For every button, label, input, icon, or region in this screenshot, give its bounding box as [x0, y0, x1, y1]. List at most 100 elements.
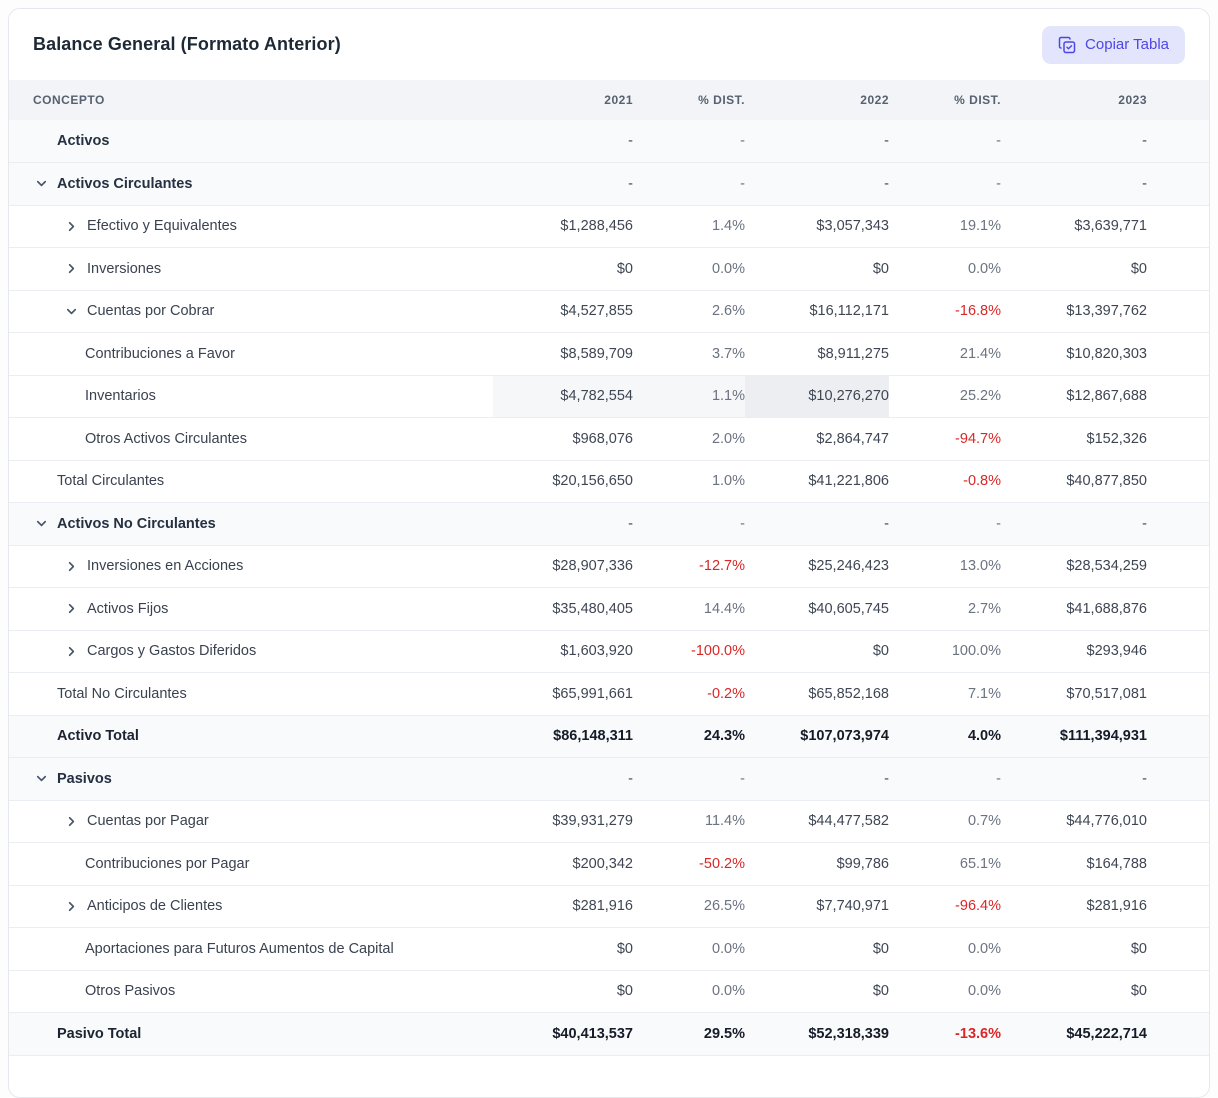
row-label: Otros Pasivos	[85, 983, 175, 999]
value-cell: -	[889, 163, 1001, 206]
value-cell: -	[889, 758, 1001, 801]
value-cell: -	[493, 163, 633, 206]
value-cell: $4,782,554	[493, 375, 633, 418]
concept-cell: Otros Pasivos	[9, 970, 493, 1013]
value-cell: -	[745, 163, 889, 206]
value-cell: 26.5%	[633, 885, 745, 928]
value-cell: $152,326	[1001, 418, 1209, 461]
value-cell: 0.0%	[889, 928, 1001, 971]
value-cell: -	[745, 120, 889, 163]
value-cell: $281,916	[493, 885, 633, 928]
value-cell: $40,605,745	[745, 588, 889, 631]
row-label: Pasivo Total	[57, 1026, 141, 1042]
value-cell: 0.7%	[889, 800, 1001, 843]
concept-cell: Activos	[9, 120, 493, 163]
value-cell: $0	[1001, 928, 1209, 971]
row-label: Anticipos de Clientes	[87, 898, 222, 914]
value-cell: $28,907,336	[493, 545, 633, 588]
value-cell: 0.0%	[889, 248, 1001, 291]
table-row: Inventarios $4,782,554 1.1% $10,276,270 …	[9, 375, 1209, 418]
table-row: Total Circulantes $20,156,650 1.0% $41,2…	[9, 460, 1209, 503]
concept-cell: Otros Activos Circulantes	[9, 418, 493, 461]
concept-cell: Total Circulantes	[9, 460, 493, 503]
value-cell: $3,639,771	[1001, 205, 1209, 248]
value-cell: $44,776,010	[1001, 800, 1209, 843]
value-cell: $1,603,920	[493, 630, 633, 673]
table-row: Activos Circulantes - - - - -	[9, 163, 1209, 206]
value-cell: 19.1%	[889, 205, 1001, 248]
value-cell: 13.0%	[889, 545, 1001, 588]
value-cell: 3.7%	[633, 333, 745, 376]
value-cell: $28,534,259	[1001, 545, 1209, 588]
row-label: Cargos y Gastos Diferidos	[87, 643, 256, 659]
concept-cell: Total No Circulantes	[9, 673, 493, 716]
value-cell: 100.0%	[889, 630, 1001, 673]
value-cell: $111,394,931	[1001, 715, 1209, 758]
value-cell: 0.0%	[633, 928, 745, 971]
chevron-right-icon[interactable]	[63, 558, 79, 574]
value-cell: $4,527,855	[493, 290, 633, 333]
chevron-down-icon[interactable]	[33, 516, 49, 532]
value-cell: $40,413,537	[493, 1013, 633, 1056]
value-cell: -	[633, 163, 745, 206]
value-cell: 7.1%	[889, 673, 1001, 716]
value-cell: $1,288,456	[493, 205, 633, 248]
table-row: Cuentas por Cobrar $4,527,855 2.6% $16,1…	[9, 290, 1209, 333]
chevron-down-icon[interactable]	[63, 303, 79, 319]
row-label: Otros Activos Circulantes	[85, 431, 247, 447]
chevron-right-icon[interactable]	[63, 813, 79, 829]
table-row: Contribuciones a Favor $8,589,709 3.7% $…	[9, 333, 1209, 376]
concept-cell: Inversiones	[9, 248, 493, 291]
value-cell: -	[633, 758, 745, 801]
value-cell: -13.6%	[889, 1013, 1001, 1056]
concept-cell: Activos Circulantes	[9, 163, 493, 206]
value-cell: $0	[493, 970, 633, 1013]
concept-cell: Contribuciones a Favor	[9, 333, 493, 376]
chevron-right-icon[interactable]	[63, 261, 79, 277]
value-cell: $0	[493, 928, 633, 971]
chevron-right-icon[interactable]	[63, 898, 79, 914]
row-label: Inversiones	[87, 261, 161, 277]
value-cell: $44,477,582	[745, 800, 889, 843]
value-cell: $107,073,974	[745, 715, 889, 758]
concept-cell: Aportaciones para Futuros Aumentos de Ca…	[9, 928, 493, 971]
chevron-right-icon[interactable]	[63, 218, 79, 234]
value-cell: -	[1001, 758, 1209, 801]
chevron-down-icon[interactable]	[33, 176, 49, 192]
value-cell: -	[1001, 163, 1209, 206]
value-cell: 2.0%	[633, 418, 745, 461]
value-cell: -0.8%	[889, 460, 1001, 503]
value-cell: 1.0%	[633, 460, 745, 503]
table-row: Otros Pasivos $0 0.0% $0 0.0% $0	[9, 970, 1209, 1013]
value-cell: -	[745, 758, 889, 801]
table-row: Aportaciones para Futuros Aumentos de Ca…	[9, 928, 1209, 971]
row-label: Total No Circulantes	[57, 686, 187, 702]
copy-table-label: Copiar Tabla	[1085, 36, 1169, 53]
value-cell: $40,877,850	[1001, 460, 1209, 503]
value-cell: -	[745, 503, 889, 546]
table-row: Activos No Circulantes - - - - -	[9, 503, 1209, 546]
value-cell: $41,688,876	[1001, 588, 1209, 631]
value-cell: $0	[493, 248, 633, 291]
row-label: Total Circulantes	[57, 473, 164, 489]
concept-cell: Activos No Circulantes	[9, 503, 493, 546]
concept-cell: Pasivos	[9, 758, 493, 801]
row-label: Contribuciones por Pagar	[85, 856, 249, 872]
table-row: Pasivos - - - - -	[9, 758, 1209, 801]
table-body: Activos - - - - - Activos Circulantes - …	[9, 120, 1209, 1055]
concept-cell: Activo Total	[9, 715, 493, 758]
value-cell: -100.0%	[633, 630, 745, 673]
value-cell: $20,156,650	[493, 460, 633, 503]
value-cell: 21.4%	[889, 333, 1001, 376]
value-cell: 29.5%	[633, 1013, 745, 1056]
chevron-down-icon[interactable]	[33, 771, 49, 787]
row-label: Contribuciones a Favor	[85, 346, 235, 362]
value-cell: $293,946	[1001, 630, 1209, 673]
value-cell: 0.0%	[889, 970, 1001, 1013]
table-row: Total No Circulantes $65,991,661 -0.2% $…	[9, 673, 1209, 716]
chevron-right-icon[interactable]	[63, 601, 79, 617]
chevron-right-icon[interactable]	[63, 643, 79, 659]
value-cell: -16.8%	[889, 290, 1001, 333]
copy-table-button[interactable]: Copiar Tabla	[1042, 26, 1185, 64]
value-cell: 14.4%	[633, 588, 745, 631]
